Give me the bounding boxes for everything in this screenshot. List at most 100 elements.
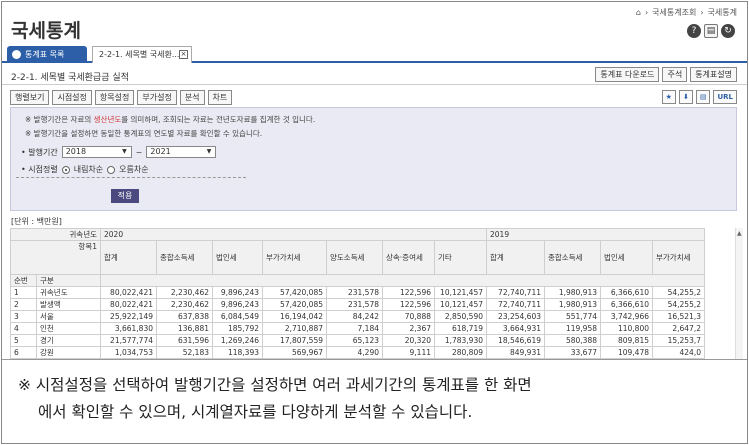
- sort-asc-radio[interactable]: [107, 165, 116, 174]
- data-table: 귀속년도 2020 2019 항목1 합계 종합소득세 법인세 부가가치세 양도…: [10, 228, 705, 359]
- url-button[interactable]: URL: [713, 90, 737, 104]
- table-cell: 72,740,711: [486, 298, 545, 311]
- unit-label: [단위 : 백만원]: [11, 217, 62, 226]
- menu-period-setting[interactable]: 시점설정: [52, 90, 92, 105]
- table-cell: 809,815: [600, 334, 653, 347]
- tab-label: 2-2-1. 세목별 국세환...: [99, 50, 180, 59]
- menu-item-setting[interactable]: 항목설정: [94, 90, 135, 105]
- table-cell: 7,184: [326, 322, 383, 335]
- table-cell: 16,521,3: [652, 310, 705, 323]
- close-icon[interactable]: ×: [179, 50, 188, 59]
- table-cell: 21,577,774: [100, 334, 157, 347]
- table-cell: 6,366,610: [600, 298, 653, 311]
- chevron-down-icon: ▼: [206, 148, 212, 155]
- table-cell: 6,366,610: [600, 286, 653, 299]
- column-header: 부가가치세: [262, 240, 327, 275]
- table-cell: 10,121,457: [434, 298, 487, 311]
- notice-text: ※ 발행기간은 자료의 생산년도를 의미하며, 조회되는 자료는 전년도자료를 …: [25, 115, 316, 124]
- menu-matrix-view[interactable]: 행렬보기: [10, 90, 50, 105]
- table-cell: 1,783,930: [434, 334, 487, 347]
- table-cell: 서울: [36, 310, 101, 323]
- table-cell: 16,194,042: [262, 310, 327, 323]
- table-description-button[interactable]: 통계표설명: [690, 67, 737, 82]
- tab-current-table[interactable]: 2-2-1. 세목별 국세환... ×: [92, 46, 192, 63]
- sort-row: • 시점정렬 내림차순 오름차순: [21, 164, 149, 175]
- period-to-select[interactable]: 2021 ▼: [146, 146, 217, 158]
- table-cell: 65,123: [326, 334, 383, 347]
- column-header: 상속·증여세: [382, 240, 435, 275]
- table-cell: 70,888: [382, 310, 435, 323]
- radio-label: 오름차순: [119, 165, 149, 174]
- table-cell: 4: [10, 322, 37, 335]
- table-cell: 631,596: [156, 334, 213, 347]
- table-row: 3 서울 25,922,149 637,838 6,084,549 16,194,042 8…: [10, 310, 705, 323]
- table-cell: 2,230,462: [156, 286, 213, 299]
- period-from-select[interactable]: 2018 ▼: [61, 146, 132, 158]
- table-cell: 424,0: [652, 346, 705, 359]
- print-icon[interactable]: ▤: [695, 90, 711, 104]
- divider: [2, 84, 747, 85]
- year-col-header: 귀속년도: [10, 228, 101, 241]
- arrow-up-icon[interactable]: ▲: [737, 230, 742, 237]
- table-cell: 110,800: [600, 322, 653, 335]
- table-cell: 2,230,462: [156, 298, 213, 311]
- table-cell: 1,034,753: [100, 346, 157, 359]
- table-cell: 발생액: [36, 298, 101, 311]
- table-row: 6 강원 1,034,753 52,183 118,393 569,967 4,290 9,1…: [10, 346, 705, 359]
- item-header: 항목1: [10, 240, 101, 275]
- table-cell: 2,710,887: [262, 322, 327, 335]
- menu-analysis[interactable]: 분석: [179, 90, 205, 105]
- table-cell: 인천: [36, 322, 101, 335]
- table-cell: 185,792: [212, 322, 263, 335]
- table-cell: 2,647,2: [652, 322, 705, 335]
- period-setting-panel: ※ 발행기간은 자료의 생산년도를 의미하며, 조회되는 자료는 전년도자료를 …: [10, 107, 737, 211]
- table-cell: 3,664,931: [486, 322, 545, 335]
- table-cell: 80,022,421: [100, 286, 157, 299]
- table-body: 1 귀속년도 80,022,421 2,230,462 9,896,243 57,420,…: [10, 286, 705, 359]
- column-header: 합계: [486, 240, 545, 275]
- table-cell: 3,661,830: [100, 322, 157, 335]
- table-scrollbar[interactable]: ▲: [735, 228, 743, 359]
- table-cell: 122,596: [382, 286, 435, 299]
- menu-chart[interactable]: 차트: [207, 90, 233, 105]
- row-div-header: 구분: [36, 274, 101, 287]
- table-row: 4 인천 3,661,830 136,881 185,792 2,710,887 7,184…: [10, 322, 705, 335]
- table-cell: 52,183: [156, 346, 213, 359]
- table-cell: 9,896,243: [212, 286, 263, 299]
- breadcrumb-item[interactable]: 국세통계조회: [652, 7, 696, 18]
- breadcrumb-item[interactable]: 국세통계: [708, 7, 737, 18]
- tab-stat-list[interactable]: 통계표 목록: [7, 46, 87, 63]
- refresh-icon[interactable]: ↻: [721, 24, 735, 38]
- table-cell: 136,881: [156, 322, 213, 335]
- function-menu: 행렬보기 시점설정 항목설정 부가설정 분석 차트: [10, 90, 233, 105]
- table-cell: 231,578: [326, 298, 383, 311]
- bookmark-icon[interactable]: ★: [661, 90, 676, 104]
- list-icon: [12, 50, 21, 59]
- year-header: 2019: [486, 228, 705, 241]
- table-actions: 통계표 다운로드 주석 통계표설명: [595, 67, 737, 82]
- table-cell: 231,578: [326, 286, 383, 299]
- column-header: 합계: [100, 240, 157, 275]
- table-cell: 3: [10, 310, 37, 323]
- table-cell: 6,084,549: [212, 310, 263, 323]
- table-cell: 강원: [36, 346, 101, 359]
- download-icon[interactable]: ⬇: [678, 90, 693, 104]
- sort-desc-radio[interactable]: [61, 165, 70, 174]
- menu-extra-setting[interactable]: 부가설정: [137, 90, 177, 105]
- column-header: 기타: [434, 240, 487, 275]
- table-cell: 10,121,457: [434, 286, 487, 299]
- print-icon[interactable]: ▤: [704, 24, 718, 38]
- table-cell: 849,931: [486, 346, 545, 359]
- table-cell: 122,596: [382, 298, 435, 311]
- table-title: 2-2-1. 세목별 국세환급금 실적: [11, 73, 129, 83]
- help-icon[interactable]: ?: [687, 24, 701, 38]
- table-cell: 3,742,966: [600, 310, 653, 323]
- home-icon[interactable]: ⌂: [636, 8, 641, 17]
- annotation-button[interactable]: 주석: [662, 67, 688, 82]
- caption-line: ※ 시점설정을 선택하여 발행기간을 설정하면 여러 과세기간의 통계표를 한 …: [18, 376, 532, 394]
- period-row: • 발행기간 2018 ▼ ~ 2021 ▼: [21, 146, 217, 158]
- table-cell: 569,967: [262, 346, 327, 359]
- table-cell: 84,242: [326, 310, 383, 323]
- apply-button[interactable]: 적용: [111, 189, 139, 203]
- download-table-button[interactable]: 통계표 다운로드: [595, 67, 660, 82]
